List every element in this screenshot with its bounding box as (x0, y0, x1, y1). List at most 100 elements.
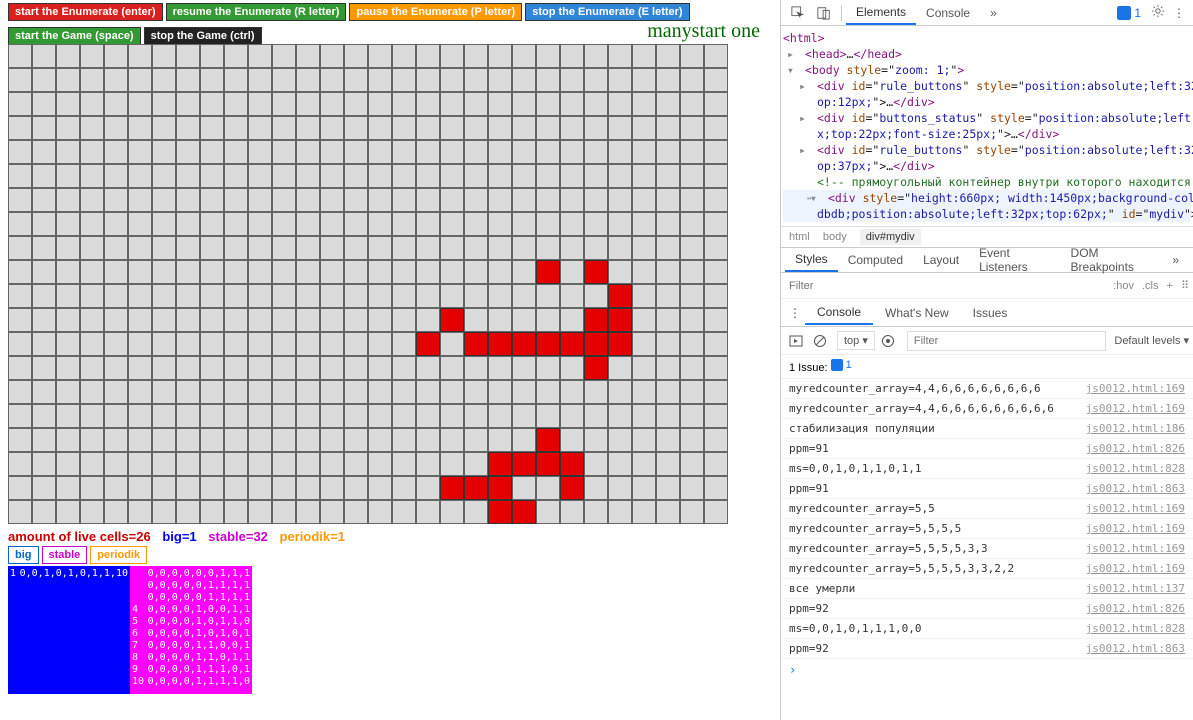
grid-cell[interactable] (344, 236, 368, 260)
grid-cell[interactable] (680, 44, 704, 68)
grid-cell[interactable] (512, 44, 536, 68)
grid-cell[interactable] (176, 476, 200, 500)
grid-cell[interactable] (80, 404, 104, 428)
grid-cell[interactable] (464, 284, 488, 308)
grid-cell[interactable] (536, 212, 560, 236)
grid-cell[interactable] (416, 212, 440, 236)
grid-cell[interactable] (104, 308, 128, 332)
grid-cell[interactable] (608, 332, 632, 356)
grid-cell[interactable] (440, 500, 464, 524)
grid-cell[interactable] (584, 356, 608, 380)
grid-cell[interactable] (368, 452, 392, 476)
grid-cell[interactable] (440, 92, 464, 116)
grid-cell[interactable] (320, 44, 344, 68)
styles-tab-styles[interactable]: Styles (785, 248, 838, 272)
console-issue-bar[interactable]: 1 Issue: 1 (781, 355, 1193, 379)
grid-cell[interactable] (536, 92, 560, 116)
start-game-button[interactable]: start the Game (space) (8, 27, 141, 45)
grid-cell[interactable] (656, 92, 680, 116)
grid-cell[interactable] (152, 116, 176, 140)
grid-cell[interactable] (488, 260, 512, 284)
drawer-console-tab[interactable]: Console (805, 301, 873, 325)
stable-button[interactable]: stable (42, 546, 88, 564)
grid-cell[interactable] (464, 428, 488, 452)
grid-cell[interactable] (56, 452, 80, 476)
grid-cell[interactable] (80, 188, 104, 212)
pause-enumerate-button[interactable]: pause the Enumerate (P letter) (349, 3, 522, 21)
grid-cell[interactable] (440, 308, 464, 332)
grid-cell[interactable] (296, 452, 320, 476)
grid-cell[interactable] (584, 332, 608, 356)
drawer-whatsnew-tab[interactable]: What's New (873, 302, 961, 324)
grid-cell[interactable] (152, 68, 176, 92)
grid-cell[interactable] (296, 68, 320, 92)
grid-cell[interactable] (656, 308, 680, 332)
grid-cell[interactable] (464, 404, 488, 428)
grid-cell[interactable] (224, 260, 248, 284)
grid-cell[interactable] (368, 236, 392, 260)
grid-cell[interactable] (176, 284, 200, 308)
grid-cell[interactable] (152, 212, 176, 236)
grid-cell[interactable] (608, 44, 632, 68)
log-source-link[interactable]: js0012.html:828 (1086, 462, 1185, 475)
grid-cell[interactable] (176, 68, 200, 92)
grid-cell[interactable] (536, 500, 560, 524)
grid-cell[interactable] (152, 380, 176, 404)
grid-cell[interactable] (104, 476, 128, 500)
grid-cell[interactable] (632, 452, 656, 476)
grid-cell[interactable] (680, 476, 704, 500)
grid-cell[interactable] (176, 164, 200, 188)
log-source-link[interactable]: js0012.html:863 (1086, 642, 1185, 655)
grid-cell[interactable] (320, 92, 344, 116)
grid-cell[interactable] (272, 68, 296, 92)
log-source-link[interactable]: js0012.html:826 (1086, 602, 1185, 615)
grid-cell[interactable] (128, 452, 152, 476)
grid-cell[interactable] (80, 428, 104, 452)
grid-cell[interactable] (8, 308, 32, 332)
grid-cell[interactable] (200, 308, 224, 332)
grid-cell[interactable] (176, 308, 200, 332)
grid-cell[interactable] (656, 260, 680, 284)
grid-cell[interactable] (104, 140, 128, 164)
grid-cell[interactable] (248, 236, 272, 260)
grid-cell[interactable] (80, 452, 104, 476)
grid-cell[interactable] (536, 140, 560, 164)
grid-cell[interactable] (8, 140, 32, 164)
grid-cell[interactable] (392, 188, 416, 212)
grid-cell[interactable] (680, 260, 704, 284)
grid-cell[interactable] (128, 428, 152, 452)
grid-cell[interactable] (56, 140, 80, 164)
grid-cell[interactable] (104, 44, 128, 68)
grid-cell[interactable] (176, 380, 200, 404)
grid-cell[interactable] (296, 188, 320, 212)
grid-cell[interactable] (632, 68, 656, 92)
grid-cell[interactable] (512, 68, 536, 92)
grid-cell[interactable] (296, 332, 320, 356)
grid-cell[interactable] (56, 380, 80, 404)
grid-cell[interactable] (656, 332, 680, 356)
grid-cell[interactable] (488, 164, 512, 188)
grid-cell[interactable] (104, 332, 128, 356)
grid-cell[interactable] (224, 308, 248, 332)
grid-cell[interactable] (152, 140, 176, 164)
grid-cell[interactable] (296, 260, 320, 284)
grid-cell[interactable] (608, 92, 632, 116)
grid-cell[interactable] (656, 44, 680, 68)
grid-cell[interactable] (488, 236, 512, 260)
grid-cell[interactable] (584, 428, 608, 452)
console-filter-input[interactable] (907, 331, 1107, 351)
grid-cell[interactable] (704, 236, 728, 260)
grid-cell[interactable] (8, 236, 32, 260)
grid-cell[interactable] (224, 212, 248, 236)
grid-cell[interactable] (416, 356, 440, 380)
grid-cell[interactable] (560, 500, 584, 524)
grid-cell[interactable] (200, 140, 224, 164)
grid-cell[interactable] (176, 332, 200, 356)
grid-cell[interactable] (320, 236, 344, 260)
grid-cell[interactable] (368, 476, 392, 500)
grid-cell[interactable] (368, 260, 392, 284)
grid-cell[interactable] (632, 188, 656, 212)
grid-cell[interactable] (584, 452, 608, 476)
grid-cell[interactable] (56, 308, 80, 332)
grid-cell[interactable] (608, 428, 632, 452)
